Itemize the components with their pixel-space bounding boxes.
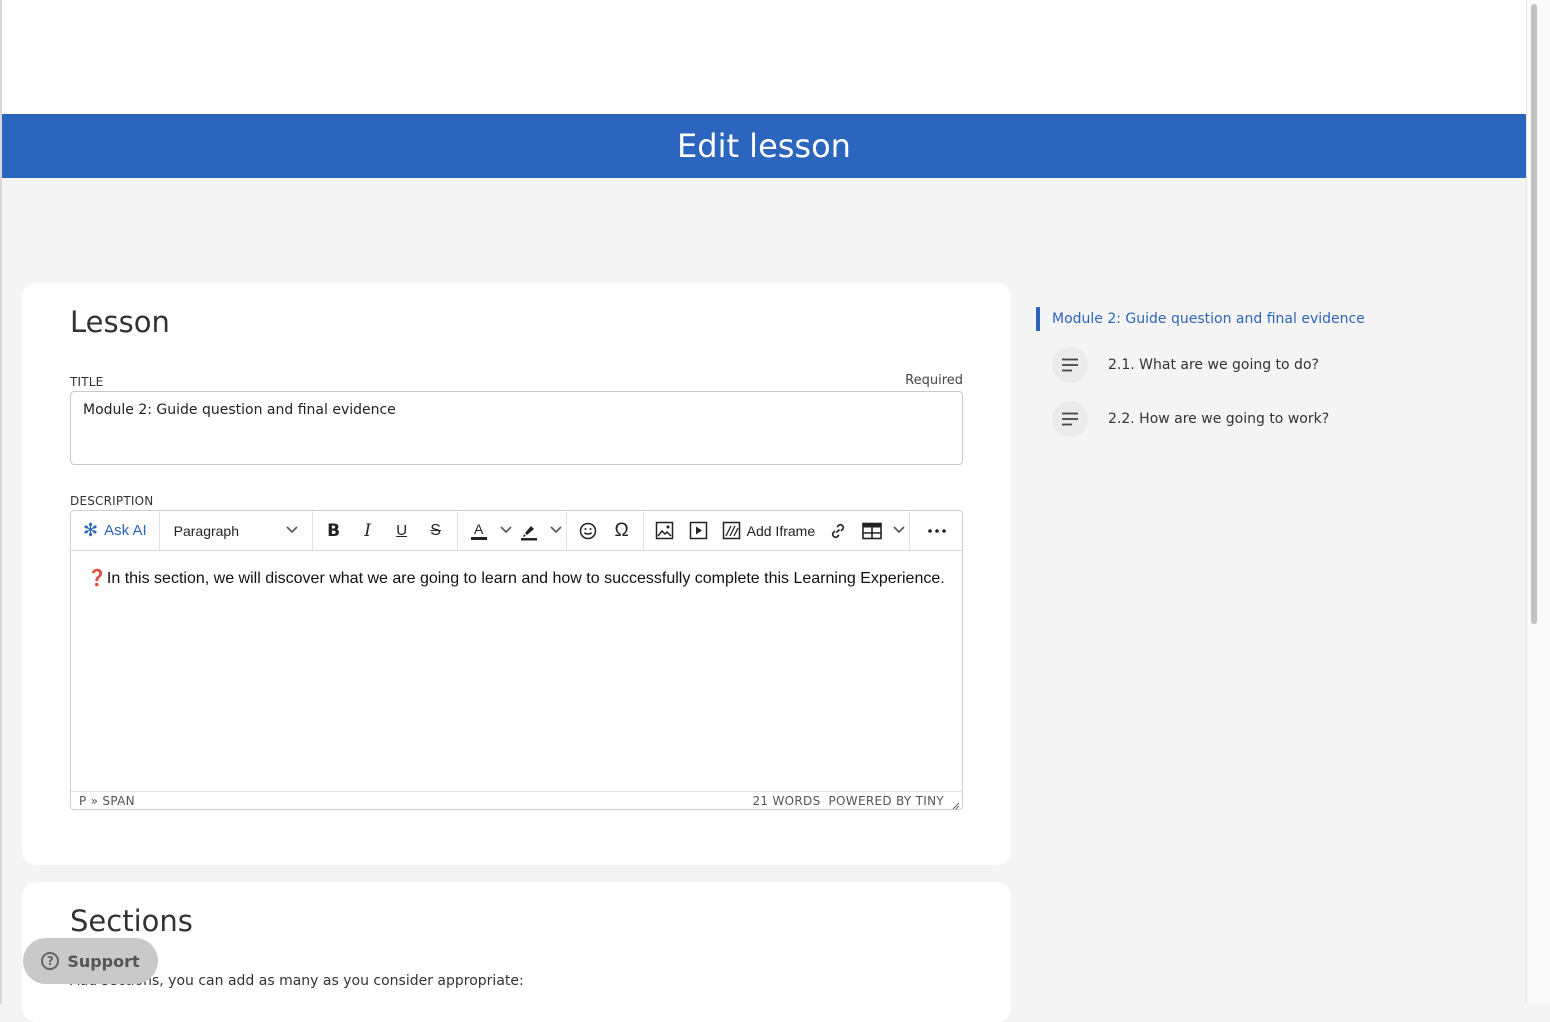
lesson-card: Lesson TITLE Required Module 2: Guide qu… <box>22 283 1011 865</box>
lines-icon <box>1052 347 1088 383</box>
ai-group: ✻ Ask AI <box>71 511 160 550</box>
powered-by-tiny[interactable]: POWERED BY TINY <box>829 794 945 808</box>
block-format-select[interactable]: Paragraph <box>166 515 306 547</box>
scrollbar-track[interactable] <box>1526 0 1550 1004</box>
more-icon[interactable] <box>922 515 952 547</box>
sparkle-icon: ✻ <box>83 520 99 540</box>
media-group: Add Iframe <box>644 511 911 550</box>
color-group: A <box>458 511 567 550</box>
editor-toolbar: ✻ Ask AI Paragraph B I U S A Ω Add Ifram… <box>71 511 962 551</box>
editor-content[interactable]: ❓In this section, we will discover what … <box>71 551 962 791</box>
outline-current-item[interactable]: Module 2: Guide question and final evide… <box>1036 307 1506 331</box>
element-path[interactable]: P » SPAN <box>79 794 135 808</box>
image-icon[interactable] <box>650 515 680 547</box>
title-input[interactable]: Module 2: Guide question and final evide… <box>70 391 963 465</box>
chevron-down-icon[interactable] <box>550 525 562 537</box>
link-icon[interactable] <box>823 515 853 547</box>
lesson-outline: Module 2: Guide question and final evide… <box>1036 307 1506 439</box>
ask-ai-label: Ask AI <box>104 522 147 539</box>
sections-heading: Sections <box>70 904 193 938</box>
title-label: TITLE <box>70 375 104 389</box>
lines-icon <box>1052 401 1088 437</box>
text-style-group: B I U S <box>313 511 458 550</box>
question-mark-icon: ❓ <box>87 570 107 587</box>
top-bar <box>2 0 1526 114</box>
add-iframe-button[interactable]: Add Iframe <box>718 515 819 547</box>
chevron-down-icon[interactable] <box>893 525 905 537</box>
ask-ai-button[interactable]: ✻ Ask AI <box>77 515 153 547</box>
format-group: Paragraph <box>160 511 313 550</box>
more-group <box>910 511 958 550</box>
chevron-down-icon <box>286 525 298 537</box>
word-count[interactable]: 21 WORDS <box>753 794 821 808</box>
media-icon[interactable] <box>684 515 714 547</box>
table-icon[interactable] <box>857 515 887 547</box>
page-title: Edit lesson <box>677 127 851 165</box>
editor-statusbar: P » SPAN 21 WORDS POWERED BY TINY <box>71 791 962 810</box>
description-label: DESCRIPTION <box>70 494 154 508</box>
bold-icon[interactable]: B <box>319 515 349 547</box>
outline-item-label: 2.1. What are we going to do? <box>1108 357 1319 373</box>
italic-icon[interactable]: I <box>353 515 383 547</box>
support-button[interactable]: ? Support <box>23 938 158 984</box>
iframe-icon <box>722 521 740 540</box>
scrollbar-thumb[interactable] <box>1531 4 1537 624</box>
strikethrough-icon[interactable]: S <box>421 515 451 547</box>
outline-item-label: 2.2. How are we going to work? <box>1108 411 1330 427</box>
special-character-icon[interactable]: Ω <box>607 515 637 547</box>
add-iframe-label: Add Iframe <box>746 522 816 539</box>
editor-text: In this section, we will discover what w… <box>106 570 945 587</box>
support-label: Support <box>67 951 140 971</box>
sections-card: Sections Add sections, you can add as ma… <box>22 882 1011 1022</box>
text-color-icon[interactable]: A <box>464 515 494 547</box>
insert-char-group: Ω <box>567 511 644 550</box>
chevron-down-icon[interactable] <box>500 525 512 537</box>
underline-icon[interactable]: U <box>387 515 417 547</box>
description-editor: ✻ Ask AI Paragraph B I U S A Ω Add Ifram… <box>70 510 963 810</box>
emoji-icon[interactable] <box>573 515 603 547</box>
page-header: Edit lesson <box>2 114 1526 178</box>
required-label: Required <box>905 373 963 388</box>
outline-item[interactable]: 2.1. What are we going to do? <box>1052 345 1506 385</box>
resize-handle-icon[interactable] <box>952 799 960 810</box>
highlight-color-icon[interactable] <box>514 515 544 547</box>
lesson-heading: Lesson <box>70 305 170 339</box>
outline-item[interactable]: 2.2. How are we going to work? <box>1052 399 1506 439</box>
block-format-value: Paragraph <box>173 522 240 539</box>
help-icon: ? <box>41 952 60 970</box>
